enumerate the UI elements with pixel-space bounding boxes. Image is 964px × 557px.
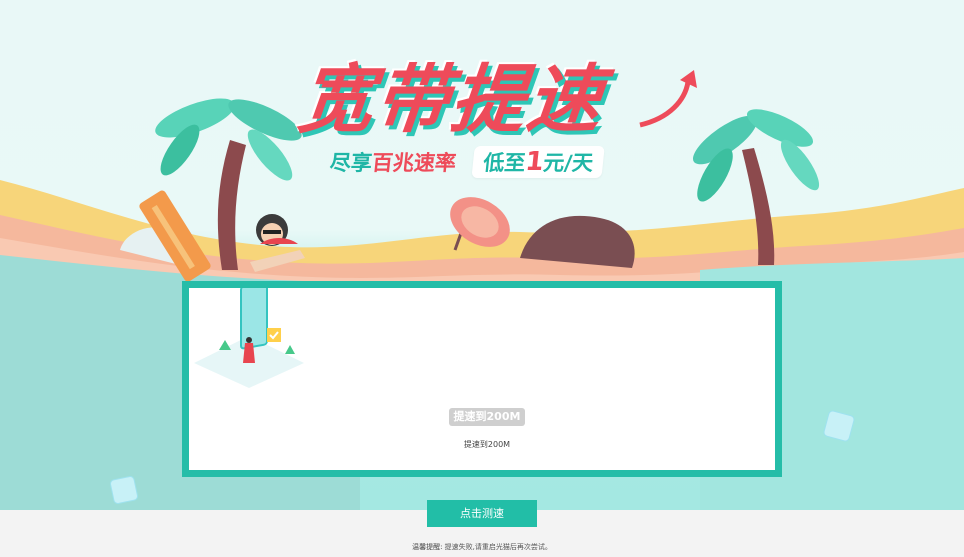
price-suffix: 元/天 bbox=[542, 151, 595, 175]
phone-speed-illustration bbox=[194, 288, 304, 388]
speed-card: 提速到200M 提速到200M bbox=[182, 281, 782, 477]
subline-highlight: 百兆速率 bbox=[370, 151, 458, 175]
notice-label: 温馨提醒: bbox=[412, 543, 443, 551]
ice-cube-left-icon bbox=[110, 476, 138, 504]
price-prefix: 低至 bbox=[482, 151, 527, 175]
promo-subline: 尽享百兆速率 低至1元/天 bbox=[328, 146, 605, 180]
hero-banner: 宽带提速 尽享百兆速率 低至1元/天 提速到200M 提速到200M bbox=[0, 0, 964, 510]
promo-headline: 宽带提速 bbox=[294, 57, 608, 143]
notice-text: 温馨提醒: 提速失败,请重启光猫后再次尝试。 bbox=[0, 542, 964, 552]
notice-message: 提速失败,请重启光猫后再次尝试。 bbox=[444, 543, 552, 551]
subline-part1: 尽享 bbox=[328, 151, 374, 175]
speed-caption: 提速到200M bbox=[463, 440, 511, 449]
price-box: 低至1元/天 bbox=[471, 146, 605, 178]
speed-status-badge: 提速到200M bbox=[449, 408, 525, 426]
start-speed-test-button[interactable]: 点击测速 bbox=[427, 500, 537, 527]
